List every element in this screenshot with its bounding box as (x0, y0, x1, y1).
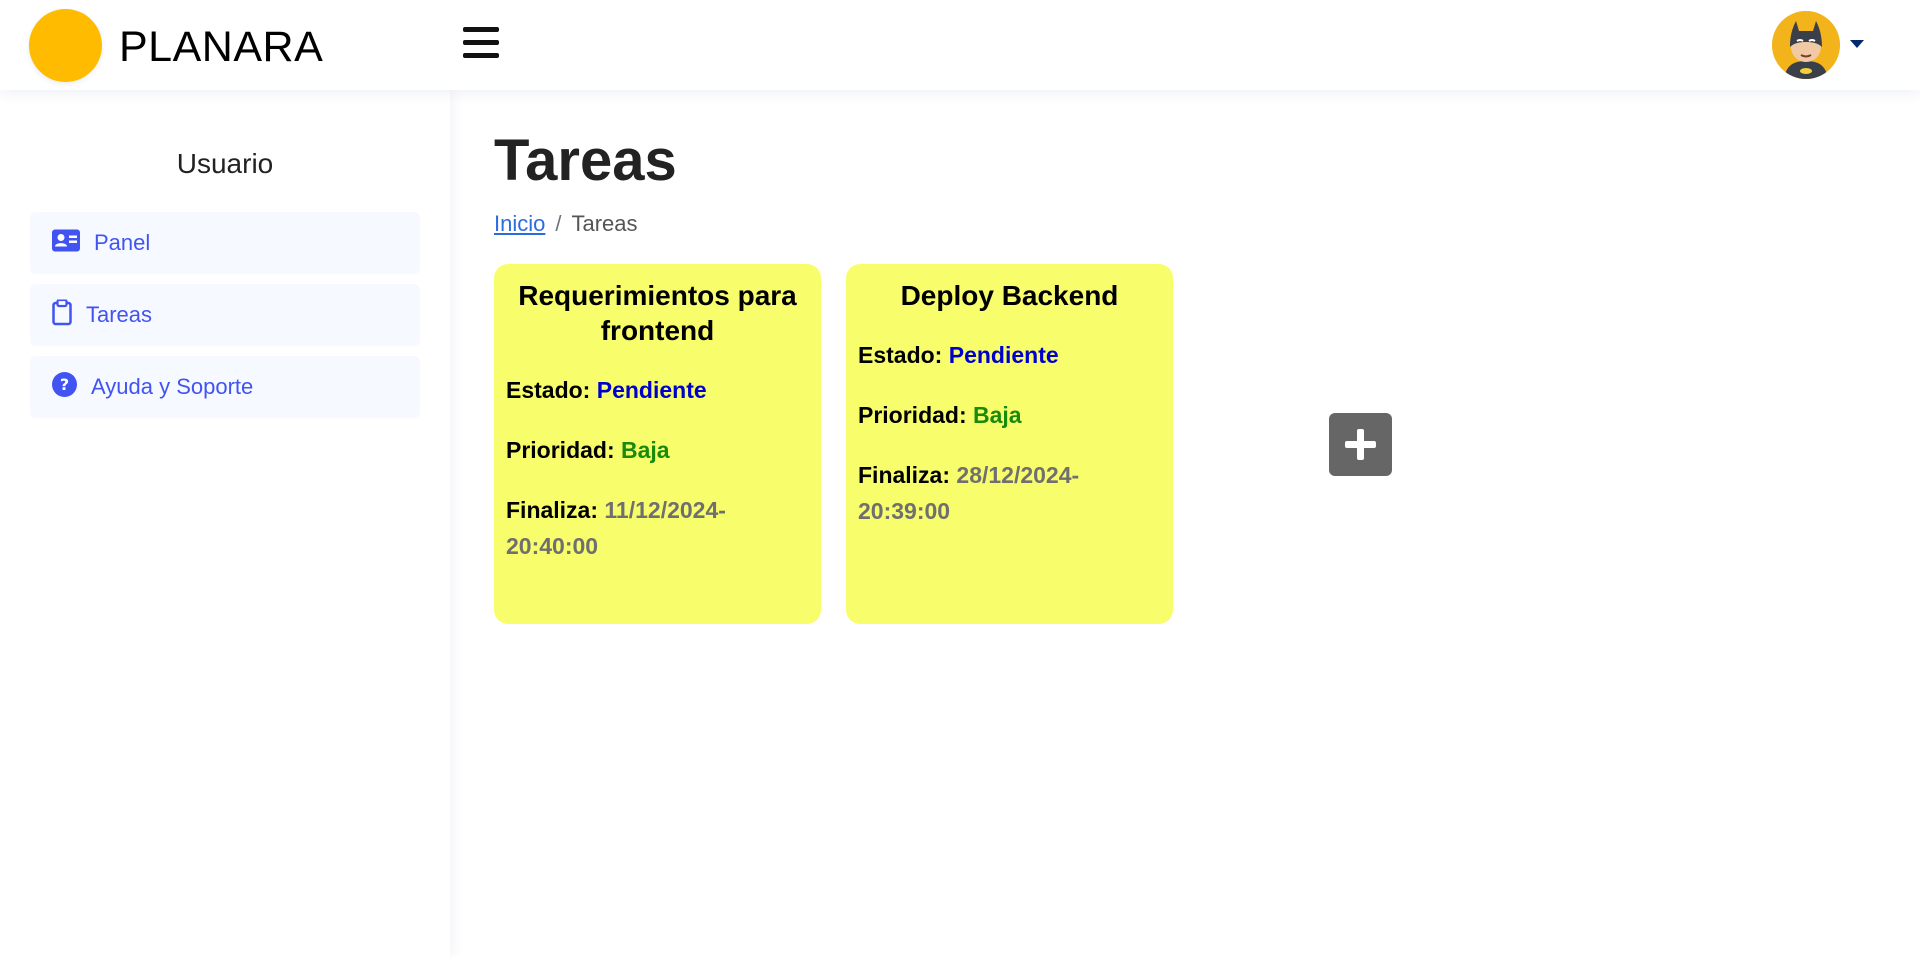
task-end: Finaliza: 28/12/2024-20:39:00 (858, 457, 1161, 529)
clipboard-icon (52, 298, 72, 331)
user-avatar[interactable] (1772, 11, 1840, 79)
task-end-label: Finaliza: (506, 497, 599, 523)
task-priority-label: Prioridad: (858, 402, 967, 428)
caret-down-icon[interactable] (1850, 40, 1864, 48)
task-state-value: Pendiente (596, 377, 707, 403)
task-state: Estado: Pendiente (506, 372, 809, 408)
brand-name: PLANARA (119, 23, 324, 71)
question-circle-icon: ? (52, 372, 77, 402)
breadcrumb-current: Tareas (571, 211, 638, 236)
task-priority: Prioridad: Baja (858, 397, 1161, 433)
sidebar-item-label: Tareas (86, 302, 153, 327)
batman-avatar-icon (1772, 11, 1840, 79)
page-title: Tareas (494, 128, 677, 193)
task-end: Finaliza: 11/12/2024-20:40:00 (506, 492, 809, 564)
id-card-icon (52, 229, 80, 257)
breadcrumb: Inicio / Tareas (494, 210, 638, 238)
sidebar-item-label: Panel (94, 230, 151, 255)
sidebar: Usuario Panel Tareas ? Ayuda y Soporte (0, 90, 450, 957)
sidebar-item-panel[interactable]: Panel (30, 212, 420, 274)
task-state: Estado: Pendiente (858, 337, 1161, 373)
svg-text:?: ? (60, 375, 69, 394)
sidebar-item-label: Ayuda y Soporte (91, 374, 254, 399)
task-state-value: Pendiente (948, 342, 1059, 368)
plus-icon (1345, 429, 1376, 460)
task-card[interactable]: Requerimientos para frontend Estado: Pen… (494, 264, 821, 624)
breadcrumb-home-link[interactable]: Inicio (494, 211, 545, 236)
breadcrumb-separator: / (555, 211, 562, 236)
task-priority: Prioridad: Baja (506, 432, 809, 468)
add-task-button[interactable] (1329, 413, 1392, 476)
sidebar-item-ayuda[interactable]: ? Ayuda y Soporte (30, 356, 420, 418)
task-priority-label: Prioridad: (506, 437, 615, 463)
top-header: PLANARA (0, 0, 1920, 90)
task-title: Deploy Backend (900, 280, 1119, 311)
task-state-label: Estado: (506, 377, 591, 403)
task-priority-value: Baja (621, 437, 670, 463)
sidebar-item-tareas[interactable]: Tareas (30, 284, 420, 346)
sidebar-title: Usuario (176, 148, 274, 179)
task-priority-value: Baja (973, 402, 1022, 428)
task-title: Requerimientos para frontend (518, 280, 797, 346)
task-card[interactable]: Deploy Backend Estado: Pendiente Priorid… (846, 264, 1173, 624)
hamburger-icon[interactable] (463, 27, 499, 59)
logo-icon (29, 9, 102, 82)
task-state-label: Estado: (858, 342, 943, 368)
task-end-label: Finaliza: (858, 462, 951, 488)
